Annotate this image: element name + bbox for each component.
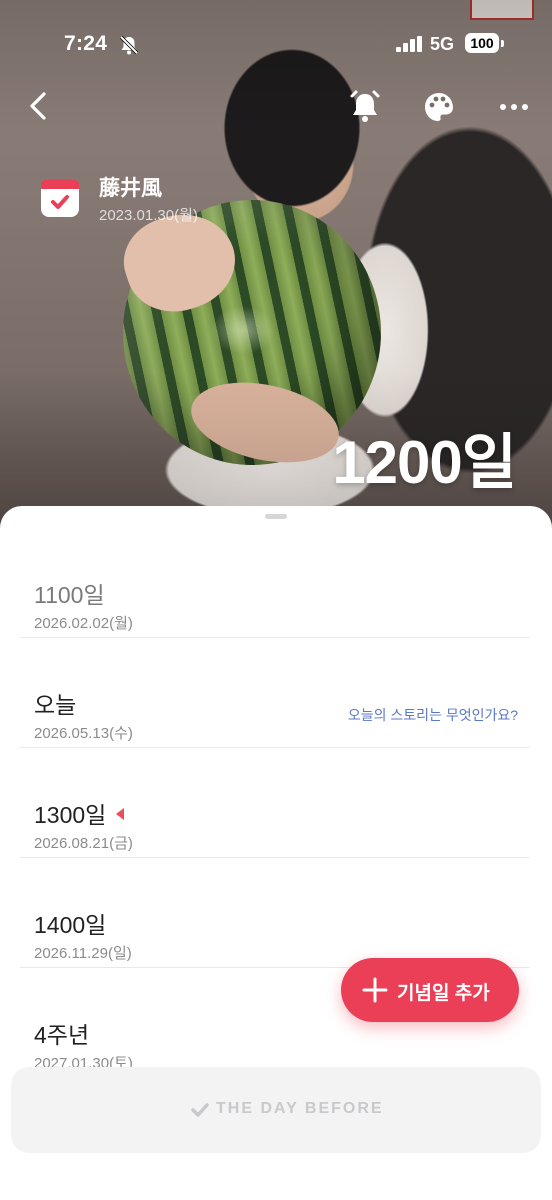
event-title: 藤井風: [99, 177, 162, 200]
back-button[interactable]: [24, 88, 56, 124]
more-button[interactable]: [496, 92, 532, 122]
milestone-label: 1300일: [34, 796, 125, 830]
more-horizontal-icon: [500, 104, 528, 110]
today-story-link[interactable]: 오늘의 스토리는 무엇인가요?: [348, 705, 518, 725]
milestone-date: 2026.11.29(일): [34, 945, 132, 962]
theme-button[interactable]: [422, 90, 456, 124]
battery-tip: [501, 40, 504, 47]
palette-icon: [425, 93, 453, 121]
event-start-date: 2023.01.30(월): [99, 207, 198, 224]
battery-icon: 100: [465, 33, 499, 53]
milestone-row[interactable]: 1100일 2026.02.02(월): [20, 528, 530, 638]
milestone-date: 2026.05.13(수): [34, 725, 133, 742]
milestone-label: 오늘: [34, 692, 77, 718]
alarm-button[interactable]: [346, 88, 384, 126]
milestone-label: 1400일: [34, 912, 107, 938]
milestone-label: 1100일: [34, 582, 105, 608]
brand-name: THE DAY BEFORE: [216, 1100, 384, 1117]
plus-icon: [361, 976, 389, 1009]
calendar-check-icon: [40, 178, 80, 218]
brand-banner[interactable]: THE DAY BEFORE: [11, 1067, 541, 1153]
check-icon: [191, 1102, 209, 1123]
add-anniversary-label: 기념일 추가: [397, 983, 490, 1004]
milestone-label: 4주년: [34, 1022, 90, 1048]
chevron-left-icon: [30, 92, 46, 120]
network-type: 5G: [430, 34, 455, 54]
milestone-label-text: 1300일: [34, 802, 107, 828]
sheet-grabber[interactable]: [265, 514, 287, 519]
milestone-row[interactable]: 1400일 2026.11.29(일): [20, 858, 530, 968]
milestone-date: 2026.08.21(금): [34, 835, 133, 852]
milestone-row-today[interactable]: 오늘 2026.05.13(수) 오늘의 스토리는 무엇인가요?: [20, 638, 530, 748]
bell-icon: [350, 90, 380, 122]
cellular-signal-icon: [396, 36, 424, 57]
day-count: 1200일: [332, 429, 517, 496]
next-marker-icon: [116, 808, 125, 820]
milestone-date: 2026.02.02(월): [34, 615, 133, 632]
add-anniversary-button[interactable]: 기념일 추가: [341, 958, 519, 1022]
milestone-row-next[interactable]: 1300일 2026.08.21(금): [20, 748, 530, 858]
status-bar: 7:24 5G 100: [0, 28, 552, 62]
silent-mode-icon: [118, 34, 140, 61]
status-time: 7:24: [64, 32, 108, 55]
